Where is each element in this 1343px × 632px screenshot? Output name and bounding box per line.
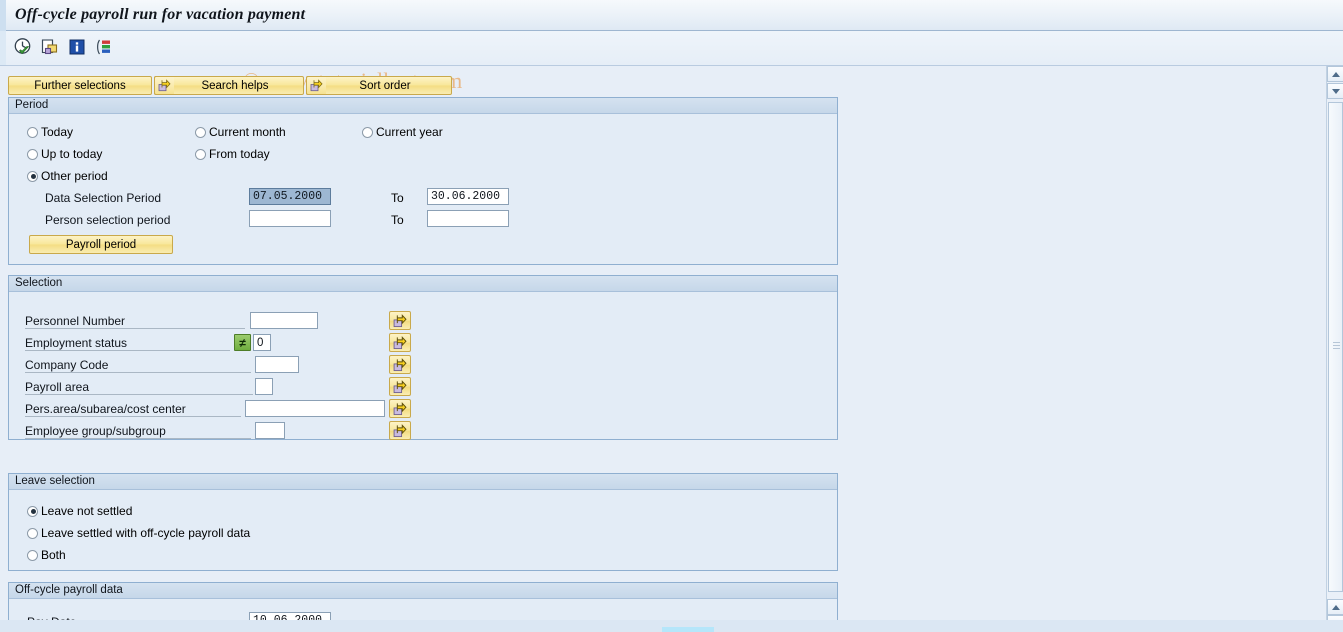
application-toolbar: © www.tutorialkart.com bbox=[0, 31, 1343, 93]
radio-other-period[interactable]: Other period bbox=[27, 169, 108, 183]
radio-from-today-label: From today bbox=[209, 147, 270, 161]
selection-panel: Selection Personnel Number Employment st… bbox=[8, 275, 838, 440]
selection-panel-header: Selection bbox=[9, 276, 837, 292]
period-panel: Period Today Current month Current year … bbox=[8, 97, 838, 265]
radio-both[interactable]: Both bbox=[27, 548, 66, 562]
radio-up-to-today-label: Up to today bbox=[41, 147, 103, 161]
radio-leave-settled-offcycle[interactable]: Leave settled with off-cycle payroll dat… bbox=[27, 526, 250, 540]
radio-current-month[interactable]: Current month bbox=[195, 125, 286, 139]
further-selections-wrap: Further selections bbox=[8, 76, 152, 95]
payroll-area-multi-selection-arrow-icon[interactable] bbox=[389, 377, 411, 396]
radio-today[interactable]: Today bbox=[27, 125, 73, 139]
person-selection-period-to-label: To bbox=[391, 213, 404, 227]
radio-current-month-input[interactable] bbox=[195, 126, 206, 138]
employment-status-input[interactable] bbox=[253, 334, 271, 351]
leave-selection-panel: Leave selection Leave not settled Leave … bbox=[8, 473, 838, 571]
company-code-label: Company Code bbox=[25, 358, 251, 373]
radio-today-input[interactable] bbox=[27, 126, 38, 138]
person-selection-period-to-input[interactable] bbox=[427, 210, 509, 227]
scrollbar-thumb[interactable] bbox=[1328, 102, 1343, 592]
data-selection-period-to-input[interactable] bbox=[427, 188, 509, 205]
period-panel-header: Period bbox=[9, 98, 837, 114]
pers-area-subarea-cost-center-input[interactable] bbox=[245, 400, 385, 417]
search-helps-button[interactable]: Search helps bbox=[154, 76, 304, 95]
radio-leave-not-settled[interactable]: Leave not settled bbox=[27, 504, 132, 518]
person-selection-period-label: Person selection period bbox=[45, 213, 171, 227]
bottom-highlight-marker bbox=[662, 627, 714, 632]
page-title: Off-cycle payroll run for vacation payme… bbox=[15, 6, 306, 23]
variant-bars-icon[interactable] bbox=[94, 37, 114, 57]
radio-leave-not-settled-input[interactable] bbox=[27, 505, 38, 517]
scroll-up-button-top[interactable] bbox=[1327, 66, 1343, 82]
pers-area-subarea-cost-center-label: Pers.area/subarea/cost center bbox=[25, 402, 241, 417]
payroll-area-input[interactable] bbox=[255, 378, 273, 395]
sort-order-wrap: Sort order bbox=[306, 76, 452, 95]
radio-from-today[interactable]: From today bbox=[195, 147, 270, 161]
radio-current-year[interactable]: Current year bbox=[362, 125, 443, 139]
radio-leave-settled-offcycle-label: Leave settled with off-cycle payroll dat… bbox=[41, 526, 251, 540]
company-code-multi-selection-arrow-icon[interactable] bbox=[389, 355, 411, 374]
radio-up-to-today-input[interactable] bbox=[27, 148, 38, 160]
data-selection-period-label: Data Selection Period bbox=[45, 191, 162, 205]
employment-status-operator-not-equal-icon[interactable]: ≠ bbox=[234, 334, 251, 351]
radio-from-today-input[interactable] bbox=[195, 148, 206, 160]
radio-other-period-input[interactable] bbox=[27, 170, 38, 182]
radio-leave-not-settled-label: Leave not settled bbox=[41, 504, 133, 518]
radio-both-label: Both bbox=[41, 548, 66, 562]
offcycle-payroll-data-panel-header: Off-cycle payroll data bbox=[9, 583, 837, 599]
execute-clock-icon[interactable] bbox=[13, 37, 33, 57]
employee-group-subgroup-label: Employee group/subgroup bbox=[25, 424, 251, 439]
radio-up-to-today[interactable]: Up to today bbox=[27, 147, 102, 161]
vertical-scrollbar[interactable] bbox=[1326, 66, 1343, 632]
data-selection-period-to-label: To bbox=[391, 191, 404, 205]
radio-current-year-label: Current year bbox=[376, 125, 443, 139]
radio-other-period-label: Other period bbox=[41, 169, 108, 183]
employment-status-label: Employment status bbox=[25, 336, 230, 351]
radio-current-month-label: Current month bbox=[209, 125, 286, 139]
radio-both-input[interactable] bbox=[27, 549, 38, 561]
search-helps-arrow-icon[interactable] bbox=[154, 76, 174, 95]
selection-toolbar-buttons: Further selections Search helps Sort ord… bbox=[8, 76, 452, 95]
scroll-down-button-top[interactable] bbox=[1327, 83, 1343, 99]
company-code-input[interactable] bbox=[255, 356, 299, 373]
title-accent-strip bbox=[0, 0, 6, 31]
employee-group-subgroup-multi-selection-arrow-icon[interactable] bbox=[389, 421, 411, 440]
sap-selection-screen: Off-cycle payroll run for vacation payme… bbox=[0, 0, 1343, 632]
personnel-number-label: Personnel Number bbox=[25, 314, 245, 329]
window-title-bar: Off-cycle payroll run for vacation payme… bbox=[0, 0, 1343, 31]
copy-document-icon[interactable] bbox=[40, 37, 60, 57]
bottom-strip bbox=[0, 620, 1343, 632]
further-selections-button[interactable]: Further selections bbox=[8, 76, 152, 95]
personnel-number-multi-selection-arrow-icon[interactable] bbox=[389, 311, 411, 330]
radio-today-label: Today bbox=[41, 125, 74, 139]
search-helps-wrap: Search helps bbox=[154, 76, 304, 95]
radio-leave-settled-offcycle-input[interactable] bbox=[27, 527, 38, 539]
data-selection-period-from-input[interactable] bbox=[249, 188, 331, 205]
leave-selection-panel-header: Leave selection bbox=[9, 474, 837, 490]
payroll-period-button[interactable]: Payroll period bbox=[29, 235, 173, 254]
scrollbar-grip-icon bbox=[1333, 342, 1340, 351]
personnel-number-input[interactable] bbox=[250, 312, 318, 329]
toolbar-accent-strip bbox=[0, 31, 6, 65]
sort-order-arrow-icon[interactable] bbox=[306, 76, 326, 95]
info-icon[interactable] bbox=[67, 37, 87, 57]
sort-order-button[interactable]: Sort order bbox=[306, 76, 452, 95]
employee-group-subgroup-input[interactable] bbox=[255, 422, 285, 439]
person-selection-period-from-input[interactable] bbox=[249, 210, 331, 227]
payroll-area-label: Payroll area bbox=[25, 380, 253, 395]
radio-current-year-input[interactable] bbox=[362, 126, 373, 138]
employment-status-multi-selection-arrow-icon[interactable] bbox=[389, 333, 411, 352]
pers-area-subarea-cost-center-multi-selection-arrow-icon[interactable] bbox=[389, 399, 411, 418]
scroll-up-button-bottom[interactable] bbox=[1327, 599, 1343, 615]
